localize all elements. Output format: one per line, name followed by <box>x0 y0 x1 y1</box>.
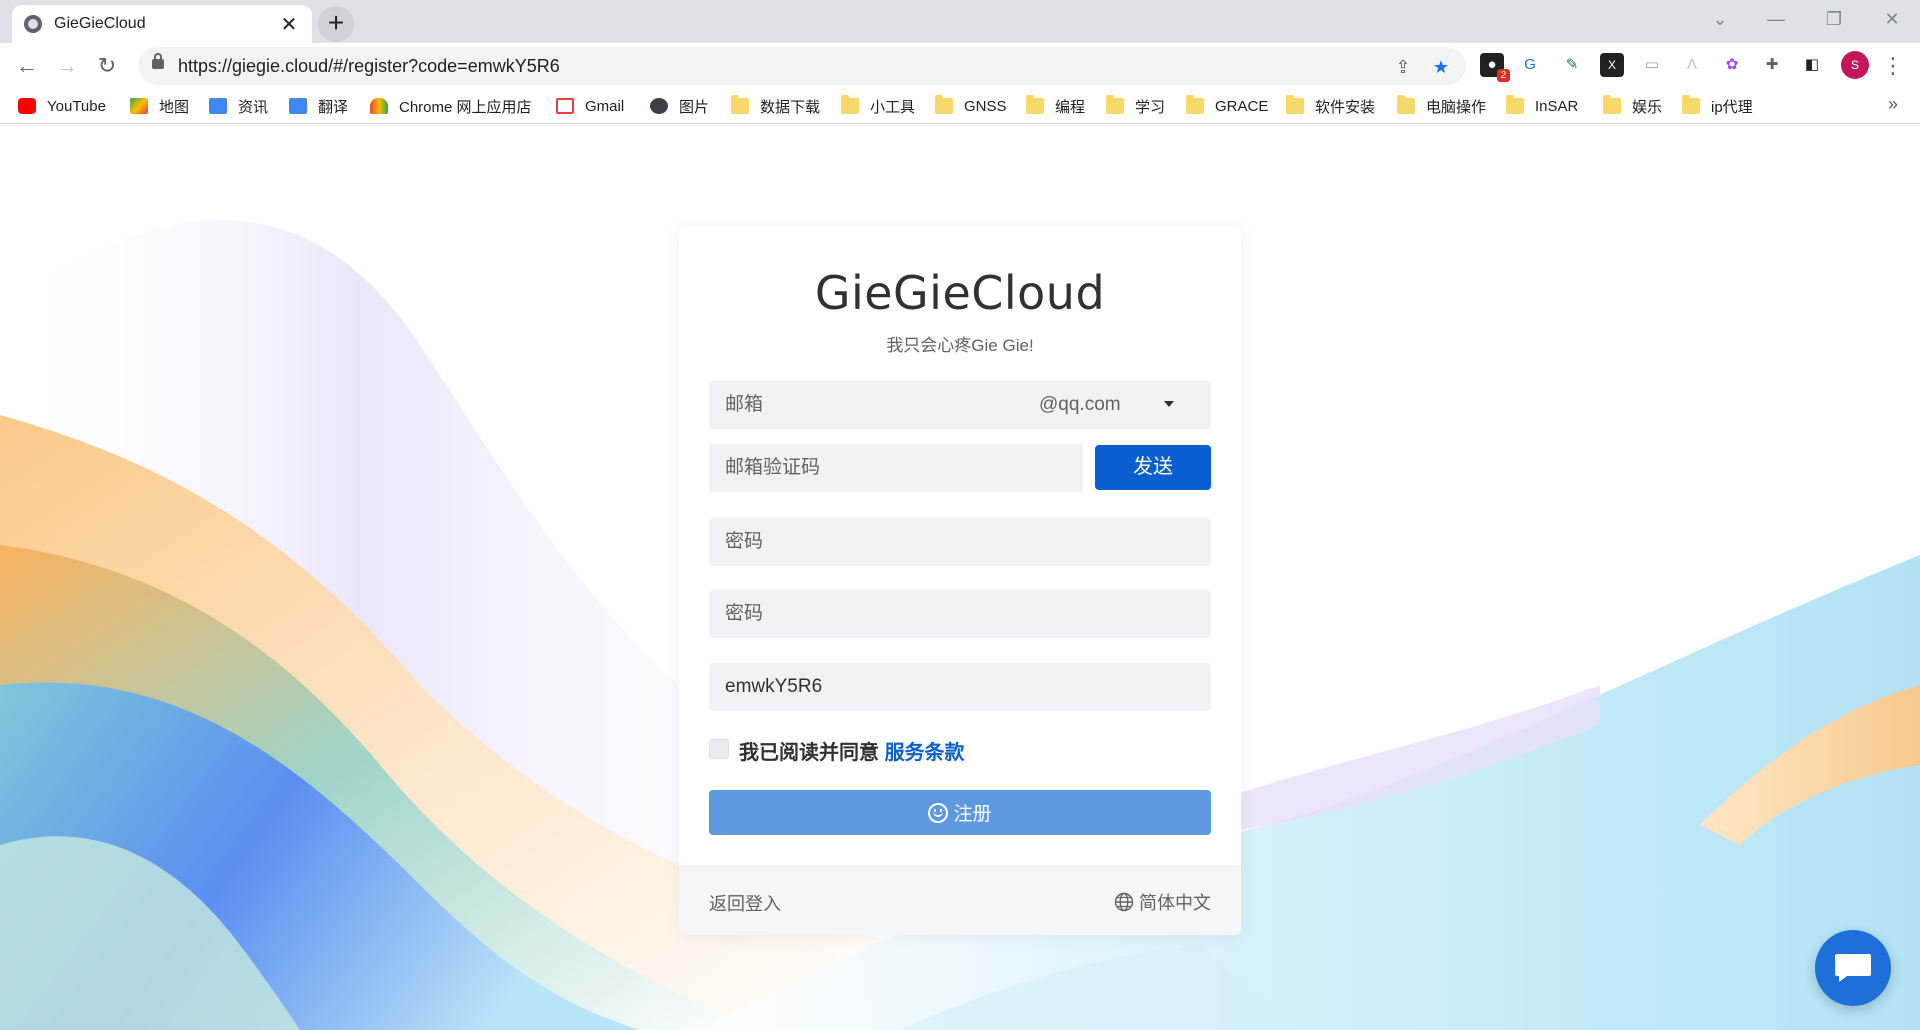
agree-label: 我已阅读并同意 服务条款 <box>739 736 965 765</box>
smile-icon <box>928 802 949 823</box>
folder-icon <box>935 95 953 114</box>
lock-icon[interactable] <box>152 53 164 69</box>
language-switcher[interactable]: 简体中文 <box>1114 889 1211 915</box>
card-footer: 返回登入 简体中文 <box>679 865 1241 935</box>
bookmarks-overflow-icon[interactable]: » <box>1888 94 1898 115</box>
reader-extension-icon[interactable]: Λ <box>1680 53 1704 77</box>
openai-extension-icon[interactable]: ✿ <box>1720 53 1744 77</box>
terms-link[interactable]: 服务条款 <box>885 742 965 764</box>
site-globe-icon <box>24 15 42 33</box>
minimize-icon[interactable]: — <box>1748 0 1804 38</box>
extension-badge: 2 <box>1497 69 1510 82</box>
translate-extension-icon[interactable]: G <box>1518 53 1542 77</box>
x-extension-icon[interactable]: X <box>1600 53 1624 77</box>
maps-icon <box>130 98 148 114</box>
invite-code-input[interactable] <box>709 663 1211 711</box>
agree-text: 我已阅读并同意 <box>739 742 879 764</box>
folder-icon <box>1286 95 1304 114</box>
bookmark-folder-ip[interactable]: ip代理 <box>1682 95 1753 117</box>
tab-search-icon[interactable]: ⌄ <box>1692 0 1748 38</box>
webstore-icon <box>370 98 388 114</box>
extension-icon[interactable]: ● 2 <box>1480 53 1510 82</box>
send-code-button[interactable]: 发送 <box>1095 445 1211 490</box>
chevron-down-icon[interactable] <box>1164 401 1174 407</box>
language-label: 简体中文 <box>1139 893 1211 913</box>
bookmark-folder-fun[interactable]: 娱乐 <box>1603 95 1662 117</box>
puzzle-extensions-icon[interactable]: ✚ <box>1760 53 1784 77</box>
confirm-password-input[interactable] <box>709 590 1211 638</box>
share-icon[interactable]: ⇪ <box>1392 56 1414 78</box>
bookmark-folder-data[interactable]: 数据下载 <box>731 95 820 117</box>
restore-icon[interactable]: ❐ <box>1806 0 1862 38</box>
folder-icon <box>1397 95 1415 114</box>
globe-icon <box>650 98 668 114</box>
bookmark-youtube[interactable]: YouTube <box>18 95 106 117</box>
tab-title: GieGieCloud <box>54 15 146 32</box>
pencil-extension-icon[interactable]: ✎ <box>1560 53 1584 77</box>
bookmark-images[interactable]: 图片 <box>650 95 709 117</box>
bookmark-gmail[interactable]: Gmail <box>556 95 624 117</box>
browser-tab[interactable]: GieGieCloud ✕ <box>12 5 312 43</box>
bookmark-folder-gnss[interactable]: GNSS <box>935 95 1007 117</box>
document-extension-icon[interactable]: ▭ <box>1640 53 1664 77</box>
translate-icon <box>289 98 307 114</box>
bookmark-folder-software[interactable]: 软件安装 <box>1286 95 1375 117</box>
bookmark-folder-insar[interactable]: InSAR <box>1506 95 1578 117</box>
agree-checkbox[interactable] <box>709 739 729 759</box>
tab-close-button[interactable]: ✕ <box>278 12 300 37</box>
bookmark-translate[interactable]: 翻译 <box>289 95 348 117</box>
folder-icon <box>1026 95 1044 114</box>
folder-icon <box>841 95 859 114</box>
chat-support-button[interactable] <box>1815 930 1891 1006</box>
folder-icon <box>1603 95 1621 114</box>
gmail-icon <box>556 98 574 114</box>
url-text[interactable]: https://giegie.cloud/#/register?code=emw… <box>178 56 560 77</box>
bookmark-webstore[interactable]: Chrome 网上应用店 <box>370 95 532 117</box>
email-domain-select[interactable]: @qq.com <box>1039 381 1121 429</box>
bookmark-news[interactable]: 资讯 <box>209 95 268 117</box>
password-input[interactable] <box>709 518 1211 566</box>
close-window-icon[interactable]: ✕ <box>1864 0 1920 38</box>
bookmark-maps[interactable]: 地图 <box>130 95 189 117</box>
bookmark-folder-pc[interactable]: 电脑操作 <box>1397 95 1486 117</box>
bookmarks-bar: YouTube 地图 资讯 翻译 Chrome 网上应用店 Gmail 图片 数… <box>0 88 1920 124</box>
register-card: GieGieCloud 我只会心疼Gie Gie! @qq.com 发送 我已阅… <box>679 226 1241 935</box>
profile-avatar[interactable]: S <box>1841 51 1869 79</box>
register-button[interactable]: 注册 <box>709 790 1211 835</box>
tab-strip: GieGieCloud ✕ + ⌄ — ❐ ✕ <box>0 0 1920 43</box>
bookmark-star-icon[interactable]: ★ <box>1430 56 1452 78</box>
folder-icon <box>1506 95 1524 114</box>
address-bar[interactable]: https://giegie.cloud/#/register?code=emw… <box>138 47 1466 85</box>
email-input[interactable] <box>709 381 1211 429</box>
back-icon[interactable]: ← <box>12 51 42 81</box>
chat-bubble-icon <box>1835 954 1871 982</box>
reload-icon[interactable]: ↻ <box>92 51 122 81</box>
folder-icon <box>1106 95 1124 114</box>
page-title: GieGieCloud <box>814 266 1106 320</box>
page-viewport: GieGieCloud 我只会心疼Gie Gie! @qq.com 发送 我已阅… <box>0 125 1920 1030</box>
email-row: @qq.com <box>679 381 1241 429</box>
back-to-login-link[interactable]: 返回登入 <box>709 890 781 916</box>
email-code-input[interactable] <box>709 444 1083 492</box>
side-panel-icon[interactable]: ◧ <box>1800 53 1824 77</box>
forward-icon[interactable]: → <box>52 51 82 81</box>
bookmark-folder-study[interactable]: 学习 <box>1106 95 1165 117</box>
page-subtitle: 我只会心疼Gie Gie! <box>886 336 1034 355</box>
browser-toolbar: ← → ↻ https://giegie.cloud/#/register?co… <box>0 43 1920 88</box>
bookmark-folder-grace[interactable]: GRACE <box>1186 95 1268 117</box>
news-icon <box>209 98 227 114</box>
bookmark-folder-coding[interactable]: 编程 <box>1026 95 1085 117</box>
folder-icon <box>1682 95 1700 114</box>
globe-icon <box>1114 892 1134 912</box>
new-tab-button[interactable]: + <box>318 6 354 42</box>
folder-icon <box>731 95 749 114</box>
bookmark-folder-tools[interactable]: 小工具 <box>841 95 915 117</box>
folder-icon <box>1186 95 1204 114</box>
youtube-icon <box>18 98 36 114</box>
register-label: 注册 <box>953 804 992 825</box>
menu-kebab-icon[interactable]: ⋮ <box>1878 51 1908 81</box>
